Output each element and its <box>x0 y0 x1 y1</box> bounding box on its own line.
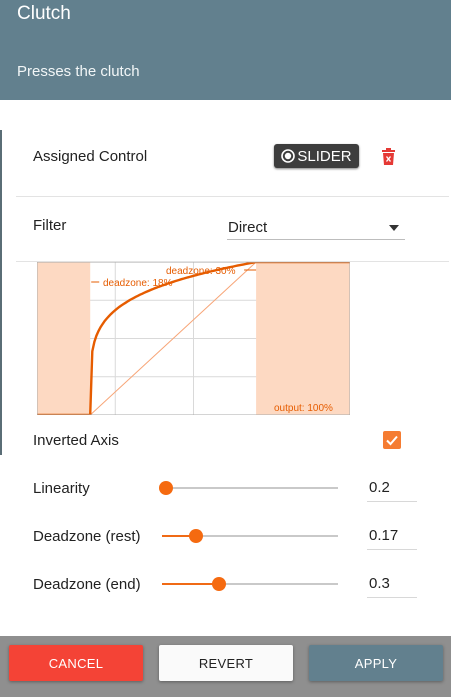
deadzone-end-label: Deadzone (end) <box>33 576 141 593</box>
chevron-down-icon <box>389 225 399 231</box>
dialog-footer: CANCEL REVERT APPLY <box>0 636 451 697</box>
trash-icon[interactable] <box>381 148 396 166</box>
assigned-control-chip-label: SLIDER <box>297 147 352 165</box>
slider-fill <box>162 535 192 537</box>
divider <box>16 196 449 197</box>
linearity-slider[interactable] <box>159 478 338 498</box>
inverted-axis-label: Inverted Axis <box>33 432 119 449</box>
deadzone-end-input[interactable] <box>367 575 419 592</box>
deadzone-rest-region <box>37 262 91 415</box>
assigned-control-chip[interactable]: SLIDER <box>274 144 359 168</box>
apply-button[interactable]: APPLY <box>309 645 443 681</box>
dialog-subtitle: Presses the clutch <box>17 63 140 80</box>
scroll-edge <box>0 130 2 455</box>
cancel-button[interactable]: CANCEL <box>9 645 143 681</box>
linearity-field[interactable] <box>367 475 419 502</box>
revert-button[interactable]: REVERT <box>159 645 293 681</box>
slider-thumb[interactable] <box>211 577 226 591</box>
linearity-input[interactable] <box>367 479 419 496</box>
slider-thumb[interactable] <box>188 529 203 543</box>
linearity-label: Linearity <box>33 480 90 497</box>
deadzone-end-label: deadzone: 30% <box>166 266 236 277</box>
slider-fill <box>162 583 215 585</box>
slider-thumb[interactable] <box>159 481 173 495</box>
deadzone-rest-label: Deadzone (rest) <box>33 528 141 545</box>
deadzone-rest-input[interactable] <box>367 527 419 544</box>
response-curve-graph: deadzone: 18% deadzone: 30% output: 100% <box>37 262 350 415</box>
slider-track <box>162 487 338 489</box>
filter-label: Filter <box>33 217 67 234</box>
dialog-title: Clutch <box>17 3 71 24</box>
deadzone-rest-slider[interactable] <box>162 526 338 546</box>
settings-panel: Assigned Control SLIDER Filter Direct de… <box>0 100 451 636</box>
inverted-axis-checkbox[interactable] <box>383 431 401 449</box>
assigned-control-label: Assigned Control <box>33 148 148 165</box>
deadzone-end-slider[interactable] <box>162 574 338 594</box>
check-icon <box>386 435 398 446</box>
deadzone-rest-field[interactable] <box>367 523 419 550</box>
deadzone-start-label: deadzone: 18% <box>103 278 173 289</box>
deadzone-end-field[interactable] <box>367 571 419 598</box>
record-icon <box>281 149 296 163</box>
dialog-header: Clutch Presses the clutch <box>0 0 451 100</box>
filter-select-value: Direct <box>228 219 268 236</box>
deadzone-end-region <box>256 262 350 415</box>
filter-select[interactable]: Direct <box>227 217 405 240</box>
output-label: output: 100% <box>274 403 333 414</box>
